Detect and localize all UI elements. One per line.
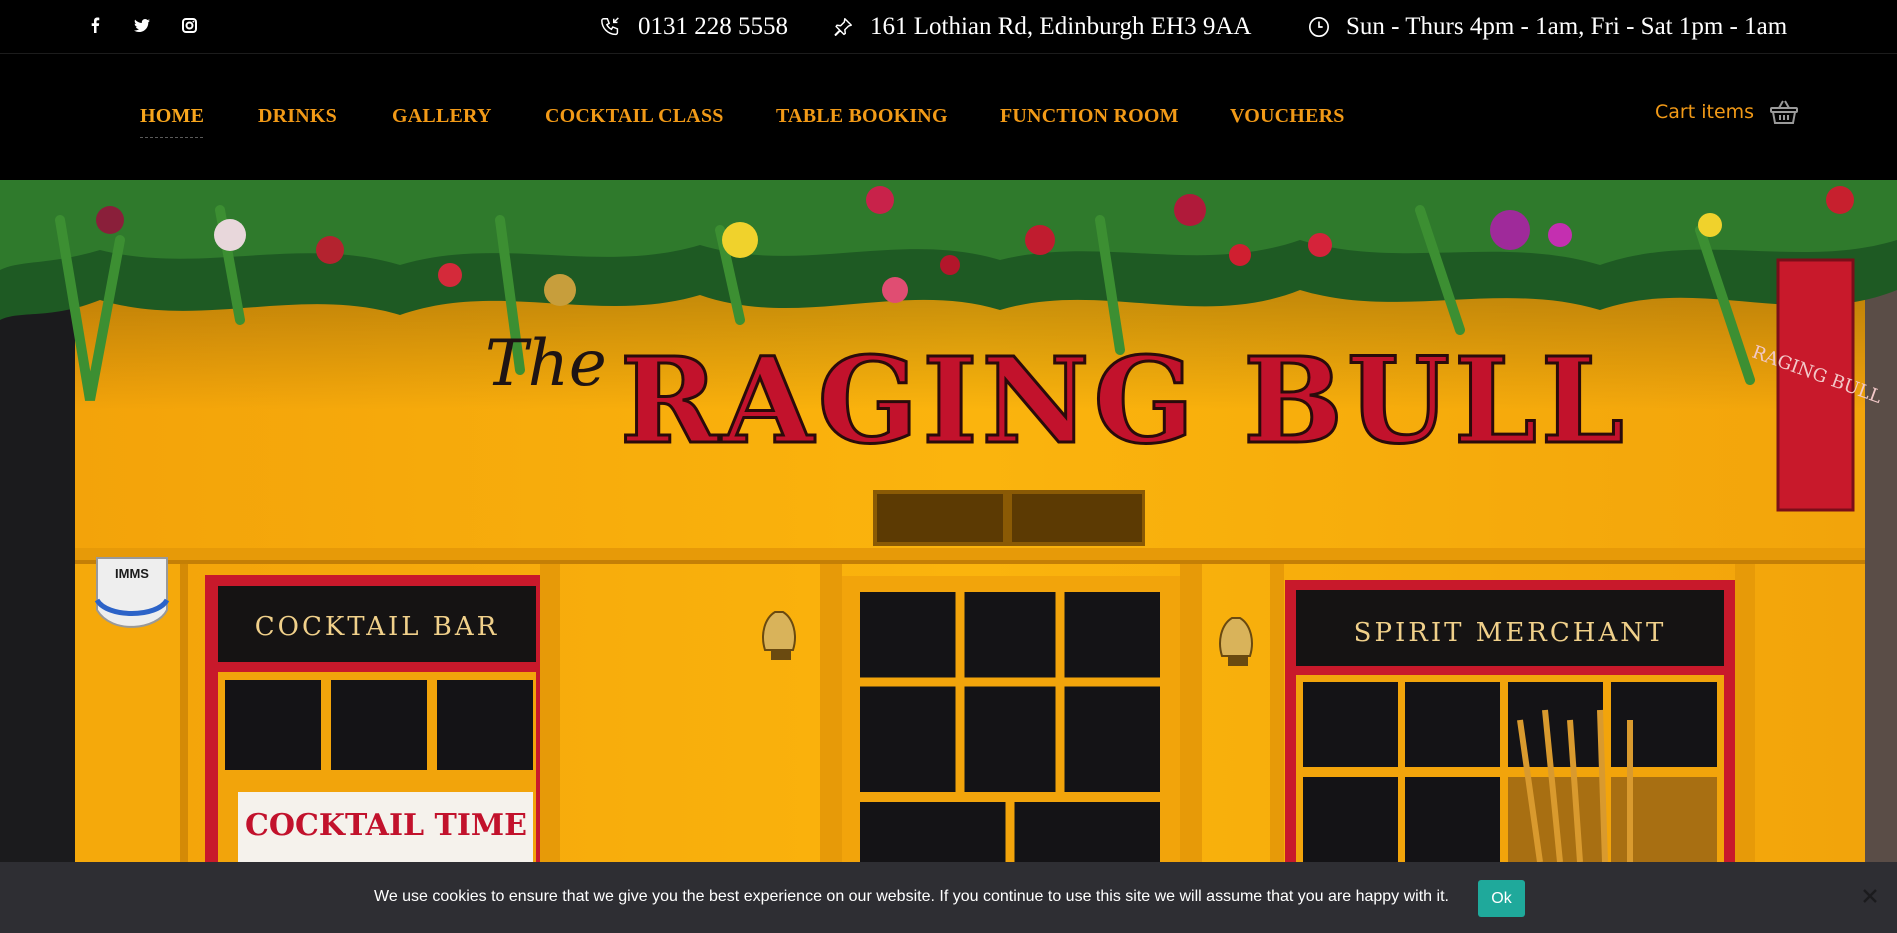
nav-home[interactable]: HOME <box>140 105 204 128</box>
alarm-label: IMMS <box>115 566 149 581</box>
window-poster: COCKTAIL TIME <box>245 808 527 843</box>
centre-window <box>842 576 1180 862</box>
cart-link[interactable]: Cart items <box>1655 99 1799 125</box>
cookie-ok-button[interactable]: Ok <box>1478 880 1525 917</box>
basket-icon <box>1770 100 1799 124</box>
cart-label: Cart items <box>1655 101 1755 123</box>
hero-image: The RAGING BULL RAGING BULL IMMS COCKTAI… <box>0 180 1897 862</box>
twitter-icon[interactable] <box>131 14 153 36</box>
active-indicator <box>140 137 203 138</box>
address-contact: 161 Lothian Rd, Edinburgh EH3 9AA <box>832 8 1251 46</box>
top-bar: 0131 228 5558 161 Lothian Rd, Edinburgh … <box>0 0 1897 54</box>
bar-facade-illustration: The RAGING BULL RAGING BULL IMMS COCKTAI… <box>0 180 1897 862</box>
clock-icon <box>1309 17 1329 37</box>
panel-spirit-merchant: SPIRIT MERCHANT <box>1354 618 1667 648</box>
nav-table-booking[interactable]: TABLE BOOKING <box>776 105 948 128</box>
main-navigation: HOME DRINKS GALLERY COCKTAIL CLASS TABLE… <box>0 55 1897 180</box>
phone-number: 0131 228 5558 <box>638 13 788 40</box>
nav-function-room[interactable]: FUNCTION ROOM <box>1000 105 1179 128</box>
hours-contact: Sun - Thurs 4pm - 1am, Fri - Sat 1pm - 1… <box>1308 8 1787 46</box>
sign-the: The <box>485 327 607 401</box>
left-window: COCKTAIL BAR COCKTAIL TIME <box>205 575 540 862</box>
right-window: SPIRIT MERCHANT <box>1285 580 1735 862</box>
nav-gallery[interactable]: GALLERY <box>392 105 492 128</box>
facebook-icon[interactable] <box>84 14 106 36</box>
instagram-icon[interactable] <box>178 14 200 36</box>
nav-vouchers[interactable]: VOUCHERS <box>1230 105 1345 128</box>
panel-cocktail-bar: COCKTAIL BAR <box>255 612 499 642</box>
address-text: 161 Lothian Rd, Edinburgh EH3 9AA <box>870 13 1252 40</box>
cookie-message: We use cookies to ensure that we give yo… <box>374 888 1449 905</box>
nav-drinks[interactable]: DRINKS <box>258 105 337 128</box>
air-vent <box>873 490 1145 546</box>
close-icon[interactable] <box>1860 886 1880 906</box>
sign-name: RAGING BULL <box>620 331 1628 470</box>
phone-icon <box>601 17 619 36</box>
alarm-box: IMMS <box>94 557 170 628</box>
raging-bull-sign: The RAGING BULL <box>485 327 1628 472</box>
opening-hours: Sun - Thurs 4pm - 1am, Fri - Sat 1pm - 1… <box>1346 13 1788 40</box>
cookie-banner: We use cookies to ensure that we give yo… <box>0 862 1897 933</box>
pin-icon <box>834 18 852 36</box>
nav-cocktail-class[interactable]: COCKTAIL CLASS <box>545 105 724 128</box>
phone-contact[interactable]: 0131 228 5558 <box>600 8 788 46</box>
